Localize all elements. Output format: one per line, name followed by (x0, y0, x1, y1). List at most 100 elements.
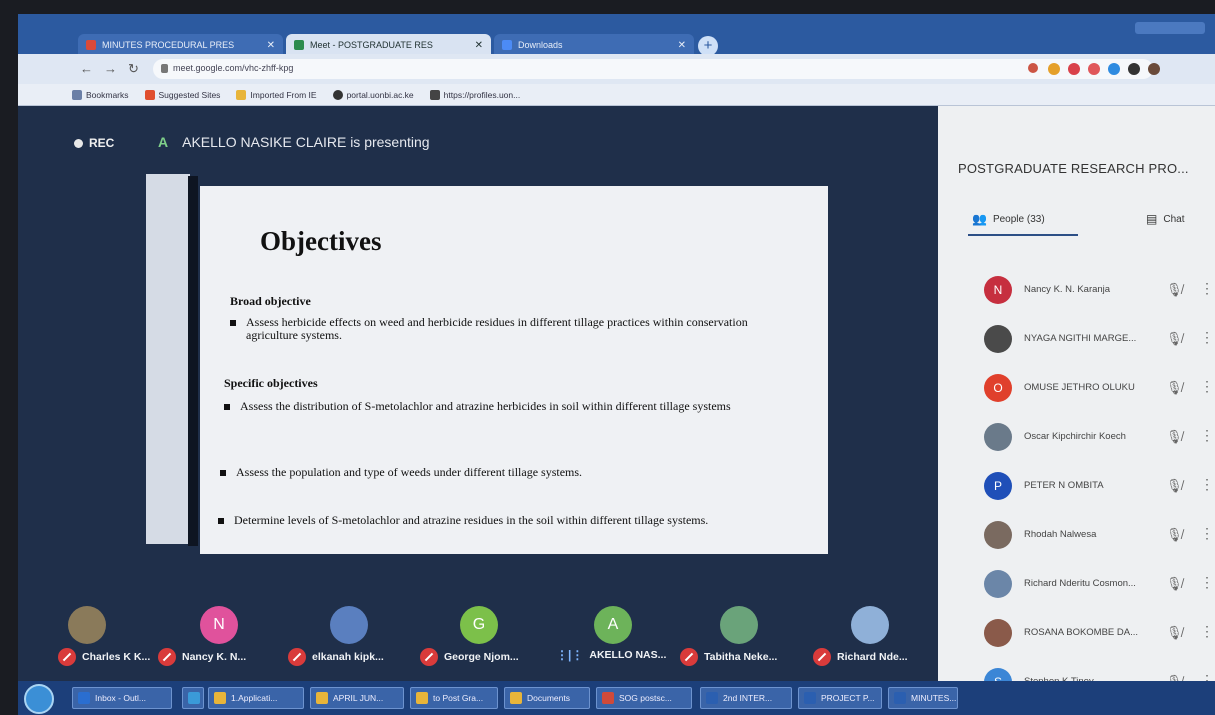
participant-row[interactable]: Rhodah Nalwesa 🎙︎̸ ⋮ (938, 511, 1215, 561)
people-tab-label: People (33) (992, 213, 1045, 225)
app-icon (894, 692, 906, 704)
taskbar-button[interactable]: APRIL JUN... (310, 687, 404, 709)
taskbar-label: PROJECT P... (821, 693, 875, 703)
more-options-icon[interactable]: ⋮ (1200, 476, 1214, 493)
mic-off-icon: 🎙︎̸ (1166, 478, 1183, 493)
participant-row[interactable]: NYAGA NGITHI MARGE... 🎙︎̸ ⋮ (938, 315, 1215, 365)
avatar: P (984, 472, 1012, 500)
tab-label: MINUTES PROCEDURAL PRES (102, 40, 235, 50)
participant-tile[interactable]: Richard Nde... (813, 604, 933, 680)
taskbar-label: Inbox - Outl... (95, 693, 147, 703)
bookmark-item[interactable]: https://profiles.uon... (429, 89, 520, 100)
tab-chat[interactable]: ▤ Chat (1146, 212, 1184, 226)
slide-title: Objectives (260, 226, 382, 256)
participant-tile[interactable]: Tabitha Neke... (680, 604, 800, 680)
more-options-icon[interactable]: ⋮ (1200, 329, 1214, 346)
participant-name-row: ⋮|⋮ AKELLO NAS... (556, 648, 666, 662)
extension-icon[interactable] (1028, 63, 1038, 73)
puzzle-icon[interactable] (1128, 63, 1140, 75)
more-options-icon[interactable]: ⋮ (1200, 378, 1214, 395)
app-icon (316, 692, 328, 704)
more-options-icon[interactable]: ⋮ (1200, 427, 1214, 444)
extension-icon[interactable] (1088, 63, 1100, 75)
app-icon (602, 692, 614, 704)
taskbar-button[interactable]: Documents (504, 687, 590, 709)
tab-people[interactable]: 👥 People (33) (972, 212, 1045, 226)
bookmark-item[interactable]: Suggested Sites (144, 89, 220, 100)
participant-name: Richard Nderitu Cosmon... (1024, 578, 1136, 589)
more-options-icon[interactable]: ⋮ (1200, 623, 1214, 640)
taskbar-button[interactable]: MINUTES... (888, 687, 958, 709)
lock-icon (161, 64, 168, 73)
avatar: A (594, 606, 632, 644)
close-icon[interactable]: ✕ (475, 40, 483, 51)
more-options-icon[interactable]: ⋮ (1200, 280, 1214, 297)
slide-bullet: Assess herbicide effects on weed and her… (230, 316, 750, 342)
star-icon[interactable] (1048, 63, 1060, 75)
participant-name: PETER N OMBITA (1024, 480, 1104, 491)
participant-strip: Charles K K... N Nancy K. N... elkanah k… (18, 604, 938, 680)
start-button[interactable] (24, 684, 54, 714)
bookmark-item[interactable]: portal.uonbi.ac.ke (332, 89, 414, 100)
taskbar-button[interactable]: Inbox - Outl... (72, 687, 172, 709)
taskbar-button[interactable] (182, 687, 204, 709)
bookmark-item[interactable]: Bookmarks (72, 89, 129, 100)
more-options-icon[interactable]: ⋮ (1200, 574, 1214, 591)
profile-avatar-icon[interactable] (1148, 63, 1160, 75)
app-icon (416, 692, 428, 704)
extension-icon[interactable] (1068, 63, 1080, 75)
participant-tile[interactable]: N Nancy K. N... (158, 604, 278, 680)
extension-icon[interactable] (1108, 63, 1120, 75)
bookmark-item[interactable]: Imported From IE (236, 89, 317, 100)
slide-shadow (188, 176, 198, 546)
bullet-text: Assess the distribution of S-metolachlor… (240, 399, 731, 413)
more-options-icon[interactable]: ⋮ (1200, 525, 1214, 542)
window-controls[interactable] (1135, 22, 1205, 34)
avatar (984, 570, 1012, 598)
taskbar-button[interactable]: 2nd INTER... (700, 687, 792, 709)
windows-taskbar: Inbox - Outl... 1.Applicati... APRIL JUN..… (18, 681, 1215, 715)
people-icon: 👥 (972, 212, 987, 226)
close-icon[interactable]: ✕ (678, 40, 686, 51)
slide-bullet: Assess the population and type of weeds … (220, 466, 780, 479)
active-tab-indicator (968, 234, 1078, 236)
participant-row[interactable]: Oscar Kipchirchir Koech 🎙︎̸ ⋮ (938, 413, 1215, 463)
participant-row[interactable]: O OMUSE JETHRO OLUKU 🎙︎̸ ⋮ (938, 364, 1215, 414)
participant-row[interactable]: P PETER N OMBITA 🎙︎̸ ⋮ (938, 462, 1215, 512)
browser-toolbar: ← → ↻ meet.google.com/vhc-zhff-kpg (18, 54, 1215, 84)
participant-row[interactable]: N Nancy K. N. Karanja 🎙︎̸ ⋮ (938, 266, 1215, 316)
taskbar-button[interactable]: to Post Gra... (410, 687, 498, 709)
mic-off-icon: 🎙︎̸ (1166, 331, 1183, 346)
browser-tab-downloads[interactable]: Downloads ✕ (494, 34, 694, 56)
slide-bullet: Determine levels of S-metolachlor and at… (218, 514, 778, 527)
participant-tile[interactable]: elkanah kipk... (288, 604, 408, 680)
mic-off-icon (813, 648, 831, 666)
back-icon[interactable]: ← (80, 61, 93, 76)
participant-tile[interactable]: A ⋮|⋮ AKELLO NAS... (556, 604, 676, 680)
taskbar-button[interactable]: SOG postsc... (596, 687, 692, 709)
browser-tab-minutes[interactable]: MINUTES PROCEDURAL PRES ✕ (78, 34, 283, 56)
close-icon[interactable]: ✕ (267, 40, 275, 51)
avatar (330, 606, 368, 644)
address-bar[interactable]: meet.google.com/vhc-zhff-kpg (153, 59, 1153, 79)
taskbar-label: MINUTES... (911, 693, 957, 703)
presenter-initial: A (158, 134, 169, 150)
chat-tab-label: Chat (1163, 213, 1185, 225)
broad-objective-heading: Broad objective (230, 294, 311, 308)
participant-tile[interactable]: G George Njom... (420, 604, 540, 680)
bookmark-icon (72, 89, 82, 100)
forward-icon[interactable]: → (104, 61, 117, 76)
app-icon (78, 692, 90, 704)
presenter-banner: A AKELLO NASIKE CLAIRE is presenting (158, 134, 430, 150)
participant-row[interactable]: Richard Nderitu Cosmon... 🎙︎̸ ⋮ (938, 560, 1215, 610)
participant-row[interactable]: ROSANA BOKOMBE DA... 🎙︎̸ ⋮ (938, 609, 1215, 659)
taskbar-label: Documents (527, 693, 570, 703)
mic-off-icon: 🎙︎̸ (1166, 282, 1183, 297)
taskbar-button[interactable]: PROJECT P... (798, 687, 882, 709)
new-tab-button[interactable]: + (698, 36, 718, 56)
reload-icon[interactable]: ↻ (128, 61, 139, 77)
browser-tab-meet[interactable]: Meet - POSTGRADUATE RES ✕ (286, 34, 491, 56)
presentation-slide: Objectives Broad objective Assess herbic… (200, 186, 828, 554)
taskbar-button[interactable]: 1.Applicati... (208, 687, 304, 709)
app-icon (214, 692, 226, 704)
